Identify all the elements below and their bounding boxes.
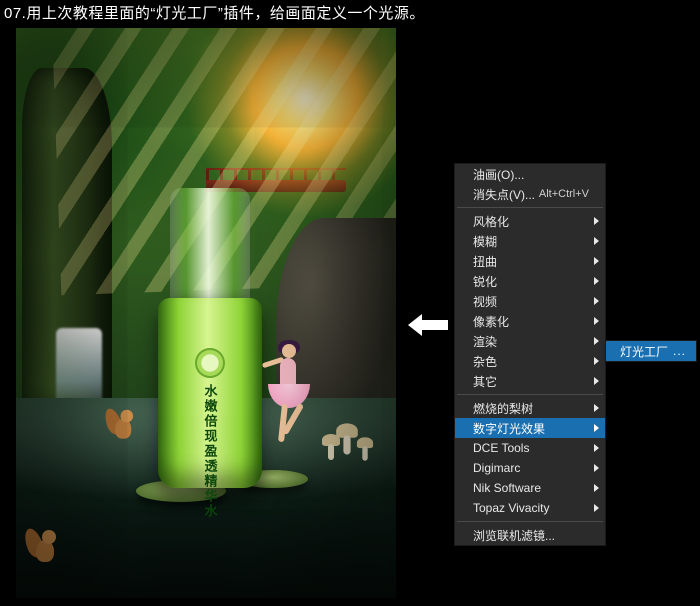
mushroom-cluster [322,426,378,466]
submenu-item-label: 灯光工厂 [620,343,668,360]
menu-item[interactable]: Nik Software [455,478,605,498]
squirrel [30,528,64,568]
composite-artwork: 水嫩倍现盈透精华水 [16,28,396,598]
menu-item-label: 模糊 [473,233,497,250]
menu-item[interactable]: 油画(O)... [455,164,605,184]
menu-item-label: 数字灯光效果 [473,420,545,437]
menu-item[interactable]: 其它 [455,371,605,391]
menu-item[interactable]: Digimarc [455,458,605,478]
menu-item-label: 消失点(V)... [473,186,535,203]
menu-item-label: 渲染 [473,333,497,350]
bottle-cap [170,188,250,306]
menu-item[interactable]: 模糊 [455,231,605,251]
menu-separator [457,394,603,395]
menu-item-label: 燃烧的梨树 [473,400,533,417]
menu-item[interactable]: 锐化 [455,271,605,291]
menu-item-label: 浏览联机滤镜... [473,527,555,544]
menu-item-label: Topaz Vivacity [473,501,549,515]
menu-item-label: Nik Software [473,481,541,495]
menu-item-label: 扭曲 [473,253,497,270]
menu-item-label: 视频 [473,293,497,310]
menu-item[interactable]: 风格化 [455,211,605,231]
bottle-label: 水嫩倍现盈透精华水 [158,348,262,524]
step-caption: 07.用上次教程里面的“灯光工厂”插件，给画面定义一个光源。 [0,0,700,29]
bottle-product-name: 水嫩倍现盈透精华水 [202,384,219,519]
menu-item-shortcut: Alt+Ctrl+V [539,188,589,200]
menu-item[interactable]: DCE Tools [455,438,605,458]
menu-item[interactable]: 视频 [455,291,605,311]
menu-item[interactable]: Topaz Vivacity [455,498,605,518]
menu-item[interactable]: 渲染 [455,331,605,351]
menu-item-label: Digimarc [473,461,520,475]
filter-submenu[interactable]: 灯光工厂... [605,340,697,362]
bottle-logo-icon [195,348,225,378]
menu-separator [457,521,603,522]
squirrel [110,408,141,444]
menu-item-label: 杂色 [473,353,497,370]
menu-item[interactable]: 杂色 [455,351,605,371]
annotation-arrow-icon [408,314,448,336]
submenu-item[interactable]: 灯光工厂... [606,341,696,361]
menu-item-label: 其它 [473,373,497,390]
menu-item[interactable]: 浏览联机滤镜... [455,525,605,545]
menu-item-label: 锐化 [473,273,497,290]
menu-item-label: DCE Tools [473,441,529,455]
menu-item-label: 像素化 [473,313,509,330]
ballerina-fairy [260,340,330,450]
filter-context-menu[interactable]: 油画(O)... 消失点(V)... Alt+Ctrl+V 风格化模糊扭曲锐化视频像素… [454,163,606,546]
menu-item-label: 风格化 [473,213,509,230]
menu-separator [457,207,603,208]
menu-item-label: 油画(O)... [473,166,524,183]
ellipsis-icon: ... [673,344,686,358]
menu-item[interactable]: 数字灯光效果 [455,418,605,438]
menu-item[interactable]: 燃烧的梨树 [455,398,605,418]
cosmetic-bottle: 水嫩倍现盈透精华水 [158,188,262,488]
menu-item[interactable]: 扭曲 [455,251,605,271]
menu-item[interactable]: 像素化 [455,311,605,331]
menu-item[interactable]: 消失点(V)... Alt+Ctrl+V [455,184,605,204]
